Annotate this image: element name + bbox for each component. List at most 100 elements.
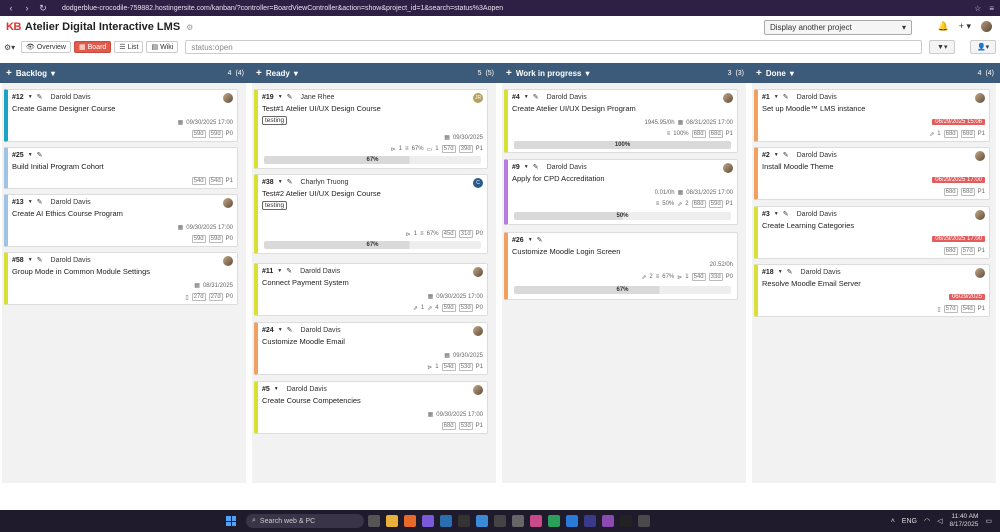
add-task-icon[interactable]: +	[756, 68, 762, 79]
app-icon[interactable]	[548, 515, 560, 527]
chevron-down-icon[interactable]: ▼	[278, 179, 283, 185]
task-number[interactable]: #38	[262, 179, 274, 186]
chevron-down-icon[interactable]: ▼	[28, 152, 33, 158]
edit-icon[interactable]: ✎	[287, 93, 293, 101]
task-number[interactable]: #18	[762, 269, 774, 276]
task-title[interactable]: Set up Moodle™ LMS instance	[762, 104, 985, 113]
task-title[interactable]: Apply for CPD Accreditation	[512, 174, 733, 183]
app-icon[interactable]	[584, 515, 596, 527]
task-number[interactable]: #11	[262, 268, 273, 275]
task-card[interactable]: #11 ▼ ✎ Darold Davis Connect Payment System…	[254, 263, 488, 316]
task-title[interactable]: Create Course Competencies	[262, 396, 483, 405]
add-task-icon[interactable]: +	[6, 68, 12, 79]
chevron-down-icon[interactable]: ▼	[28, 257, 33, 263]
wifi-icon[interactable]: ◠	[924, 517, 930, 525]
task-title[interactable]: Create Game Designer Course	[12, 104, 233, 113]
task-title[interactable]: Connect Payment System	[262, 278, 483, 287]
wiki-button[interactable]: ▤ Wiki	[146, 41, 179, 53]
windows-start-icon[interactable]	[226, 516, 236, 526]
chevron-down-icon[interactable]: ▾	[51, 69, 55, 78]
task-card[interactable]: #3 ▼ ✎ Darold Davis Create Learning Categor…	[754, 206, 990, 259]
menu-icon[interactable]: ≡	[989, 4, 994, 13]
chevron-down-icon[interactable]: ▾	[790, 69, 794, 78]
board-button[interactable]: ▦ Board	[73, 41, 112, 53]
project-select[interactable]: Display another project ▾	[764, 20, 912, 35]
add-task-icon[interactable]: +	[506, 68, 512, 79]
volume-icon[interactable]: ◁	[937, 517, 942, 525]
file-explorer-icon[interactable]	[386, 515, 398, 527]
list-button[interactable]: ☰ List	[114, 41, 144, 53]
task-number[interactable]: #1	[762, 94, 770, 101]
task-title[interactable]: Customize Moodle Login Screen	[512, 247, 733, 256]
edit-icon[interactable]: ✎	[286, 267, 292, 275]
notification-center-icon[interactable]: ▭	[985, 517, 992, 525]
task-card[interactable]: #26 ▼ ✎ Customize Moodle Login Screen 20.5…	[504, 232, 738, 300]
task-tag[interactable]: testing	[262, 201, 288, 210]
chevron-down-icon[interactable]: ▼	[277, 268, 282, 274]
task-card[interactable]: #25 ▼ ✎ Build Initial Program Cohort 54d 54…	[4, 147, 238, 189]
task-title[interactable]: Create Learning Categories	[762, 221, 985, 230]
task-number[interactable]: #2	[762, 152, 770, 159]
task-card[interactable]: #38 ▼ ✎ Charlyn Truong Test#2 Atelier UI/UX…	[254, 174, 488, 254]
edit-icon[interactable]: ✎	[37, 256, 43, 264]
task-title[interactable]: Test#2 Atelier UI/UX Design Course	[262, 189, 483, 198]
chevron-down-icon[interactable]: ▼	[774, 152, 779, 158]
github-icon[interactable]	[620, 515, 632, 527]
task-tag[interactable]: testing	[262, 116, 288, 125]
chevron-down-icon[interactable]: ▼	[774, 94, 779, 100]
task-number[interactable]: #26	[512, 237, 524, 244]
task-card[interactable]: #1 ▼ ✎ Darold Davis Set up Moodle™ LMS inst…	[754, 89, 990, 142]
vscode-icon[interactable]	[566, 515, 578, 527]
edit-icon[interactable]: ✎	[783, 151, 789, 159]
chevron-down-icon[interactable]: ▾	[294, 69, 298, 78]
chevron-down-icon[interactable]: ▾	[586, 69, 590, 78]
logo[interactable]: KB	[6, 21, 21, 33]
task-number[interactable]: #4	[512, 94, 520, 101]
chevron-down-icon[interactable]: ▼	[524, 164, 529, 170]
task-number[interactable]: #12	[12, 94, 24, 101]
firefox-icon[interactable]	[404, 515, 416, 527]
app-icon[interactable]	[494, 515, 506, 527]
task-view-icon[interactable]	[368, 515, 380, 527]
edit-icon[interactable]: ✎	[287, 326, 293, 334]
edit-icon[interactable]: ✎	[37, 151, 43, 159]
taskbar-search[interactable]: ⌕ Search web & PC	[246, 514, 364, 528]
app-icon[interactable]	[512, 515, 524, 527]
app-icon[interactable]	[422, 515, 434, 527]
user-filter-button[interactable]: 👤▾	[970, 40, 996, 54]
chevron-down-icon[interactable]: ▼	[28, 94, 33, 100]
task-card[interactable]: #24 ▼ ✎ Darold Davis Customize Moodle Email…	[254, 322, 488, 375]
task-card[interactable]: #13 ▼ ✎ Darold Davis Create AI Ethics Cours…	[4, 194, 238, 247]
reload-icon[interactable]: ↻	[38, 3, 48, 14]
task-card[interactable]: #2 ▼ ✎ Darold Davis Install Moodle Theme 06…	[754, 147, 990, 200]
bookmark-icon[interactable]: ☆	[974, 4, 981, 13]
edit-icon[interactable]: ✎	[37, 198, 43, 206]
task-number[interactable]: #24	[262, 327, 274, 334]
steam-icon[interactable]	[440, 515, 452, 527]
forward-icon[interactable]: ›	[22, 3, 32, 13]
edit-icon[interactable]: ✎	[537, 236, 543, 244]
chevron-down-icon[interactable]: ▼	[28, 199, 33, 205]
app-icon[interactable]	[530, 515, 542, 527]
task-number[interactable]: #25	[12, 152, 24, 159]
task-number[interactable]: #5	[262, 386, 270, 393]
task-card[interactable]: #4 ▼ ✎ Darold Davis Create Atelier UI/UX De…	[504, 89, 738, 153]
task-number[interactable]: #19	[262, 94, 274, 101]
app-icon[interactable]	[602, 515, 614, 527]
edit-icon[interactable]: ✎	[533, 163, 539, 171]
search-input[interactable]: status:open	[185, 40, 923, 54]
edit-icon[interactable]: ✎	[787, 268, 793, 276]
task-card[interactable]: #5 ▼ Darold Davis Create Course Competenci…	[254, 381, 488, 434]
address-bar[interactable]: dodgerblue-crocodile-759882.hostingersit…	[62, 5, 503, 12]
chevron-down-icon[interactable]: ▼	[774, 211, 779, 217]
edit-icon[interactable]: ✎	[783, 210, 789, 218]
edit-icon[interactable]: ✎	[533, 93, 539, 101]
task-card[interactable]: #9 ▼ ✎ Darold Davis Apply for CPD Accredita…	[504, 159, 738, 225]
project-menu-icon[interactable]: ⚙	[186, 23, 193, 32]
task-title[interactable]: Test#1 Atelier UI/UX Design Course	[262, 104, 483, 113]
task-title[interactable]: Customize Moodle Email	[262, 337, 483, 346]
task-card[interactable]: #12 ▼ ✎ Darold Davis Create Game Designer C…	[4, 89, 238, 142]
task-number[interactable]: #13	[12, 199, 24, 206]
app-icon[interactable]	[458, 515, 470, 527]
app-icon[interactable]	[476, 515, 488, 527]
